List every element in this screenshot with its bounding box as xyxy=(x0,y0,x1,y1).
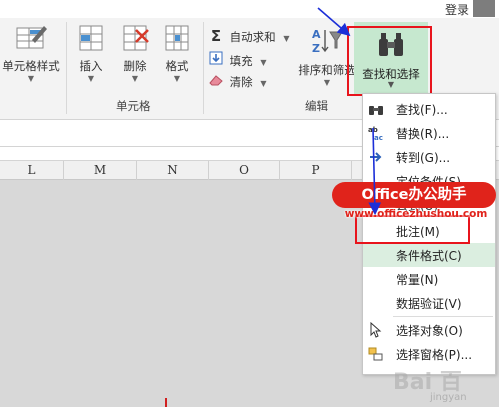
cursor-icon xyxy=(370,322,382,338)
menu-item-selection-pane-label: 选择窗格(P)... xyxy=(396,348,473,362)
red-marker xyxy=(165,398,167,407)
group-divider xyxy=(66,22,67,114)
watermark-baidu-sub: jingyan xyxy=(430,392,467,403)
column-header-l[interactable]: L xyxy=(0,161,64,180)
menu-item-select-objects[interactable]: 选择对象(O) xyxy=(363,318,495,342)
login-link[interactable]: 登录 xyxy=(445,1,469,18)
chevron-down-icon: ▼ xyxy=(131,74,139,83)
selection-pane-icon xyxy=(368,347,383,361)
delete-label: 删除 xyxy=(123,59,147,73)
find-select-highlight-box xyxy=(347,26,432,96)
autosum-button[interactable]: Σ 自动求和 ▼ xyxy=(208,27,290,45)
sigma-icon: Σ xyxy=(210,27,222,45)
editing-group-label: 编辑 xyxy=(305,99,328,113)
svg-text:Z: Z xyxy=(312,42,320,55)
chevron-down-icon: ▼ xyxy=(173,74,181,83)
svg-text:ab: ab xyxy=(368,126,378,134)
svg-text:ac: ac xyxy=(374,134,383,141)
menu-item-goto[interactable]: 转到(G)... xyxy=(363,145,495,169)
grid-line xyxy=(64,180,65,407)
chevron-down-icon: ▼ xyxy=(283,34,290,43)
menu-divider xyxy=(393,316,493,317)
chevron-down-icon: ▼ xyxy=(260,58,267,67)
fill-label: 填充 xyxy=(229,54,253,68)
format-label: 格式 xyxy=(165,59,189,73)
menu-item-conditional-formatting[interactable]: 条件格式(C) xyxy=(363,243,495,267)
arrow-right-icon xyxy=(370,152,382,162)
menu-item-goto-label: 转到(G)... xyxy=(396,151,451,165)
chevron-down-icon: ▼ xyxy=(87,74,95,83)
watermark-brand: Office办公助手 xyxy=(332,182,496,208)
fill-down-icon xyxy=(208,51,224,68)
menu-item-constants-label: 常量(N) xyxy=(396,273,439,287)
menu-item-selection-pane[interactable]: 选择窗格(P)... xyxy=(363,342,495,366)
title-bar: 登录 xyxy=(0,0,499,18)
account-icon[interactable] xyxy=(473,0,495,17)
column-header-o[interactable]: O xyxy=(209,161,280,180)
cell-styles-button[interactable]: 单元格样式 ▼ xyxy=(0,22,62,84)
insert-cells-icon xyxy=(79,25,103,51)
grid-line xyxy=(137,180,138,407)
column-header-n[interactable]: N xyxy=(137,161,209,180)
clear-label: 清除 xyxy=(229,75,253,89)
replace-icon: ab ac xyxy=(368,126,383,141)
delete-button[interactable]: 删除 ▼ xyxy=(116,22,154,84)
cell-styles-label: 单元格样式 xyxy=(2,59,60,73)
menu-item-replace-label: 替换(R)... xyxy=(396,127,450,141)
grid-line xyxy=(209,180,210,407)
format-button[interactable]: 格式 ▼ xyxy=(158,22,196,84)
menu-item-replace[interactable]: ab ac 替换(R)... xyxy=(363,121,495,145)
svg-text:A: A xyxy=(312,28,321,41)
watermark-url: www.officezhushou.com xyxy=(344,208,488,220)
menu-item-data-validation-label: 数据验证(V) xyxy=(396,297,462,311)
insert-button[interactable]: 插入 ▼ xyxy=(72,22,110,84)
group-divider xyxy=(203,22,204,114)
menu-item-data-validation[interactable]: 数据验证(V) xyxy=(363,291,495,315)
delete-cells-icon xyxy=(123,25,149,51)
menu-item-conditional-formatting-label: 条件格式(C) xyxy=(396,249,462,263)
cell-styles-icon xyxy=(16,26,47,49)
menu-item-select-objects-label: 选择对象(O) xyxy=(396,324,463,338)
insert-label: 插入 xyxy=(79,59,103,73)
column-header-p[interactable]: P xyxy=(280,161,352,180)
column-header-m[interactable]: M xyxy=(64,161,137,180)
sort-filter-icon: A Z xyxy=(312,28,343,55)
menu-item-find[interactable]: 查找(F)... xyxy=(363,97,495,121)
fill-button[interactable]: 填充 ▼ xyxy=(208,51,266,69)
chevron-down-icon: ▼ xyxy=(260,79,267,88)
clear-button[interactable]: 清除 ▼ xyxy=(208,74,266,90)
format-cells-icon xyxy=(165,25,189,51)
menu-item-constants[interactable]: 常量(N) xyxy=(363,267,495,291)
binoculars-icon xyxy=(369,106,383,115)
menu-item-find-label: 查找(F)... xyxy=(396,103,448,117)
cells-group-label: 单元格 xyxy=(116,99,151,113)
eraser-icon xyxy=(208,74,224,89)
chevron-down-icon: ▼ xyxy=(27,74,35,83)
grid-line xyxy=(280,180,281,407)
autosum-label: 自动求和 xyxy=(229,30,276,44)
